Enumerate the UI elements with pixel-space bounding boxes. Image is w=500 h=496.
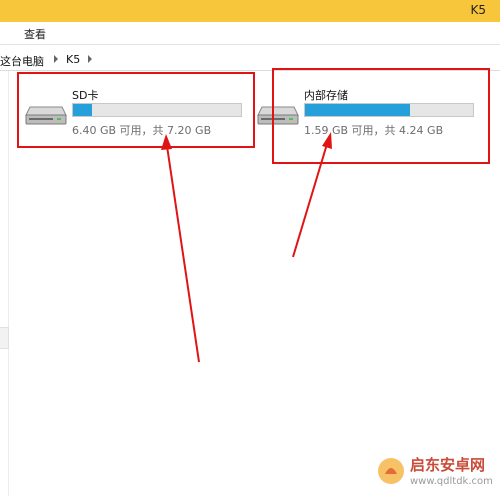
annotation-arrow-sd-card bbox=[161, 134, 200, 363]
watermark-url: www.qdltdk.com bbox=[410, 476, 493, 487]
watermark: 启东安卓网 www.qdltdk.com bbox=[376, 448, 500, 494]
watermark-logo-icon bbox=[378, 458, 404, 484]
annotation-arrow-internal-storage bbox=[292, 132, 332, 258]
watermark-text: 启东安卓网 bbox=[410, 456, 486, 474]
annotation-arrows bbox=[161, 132, 332, 363]
